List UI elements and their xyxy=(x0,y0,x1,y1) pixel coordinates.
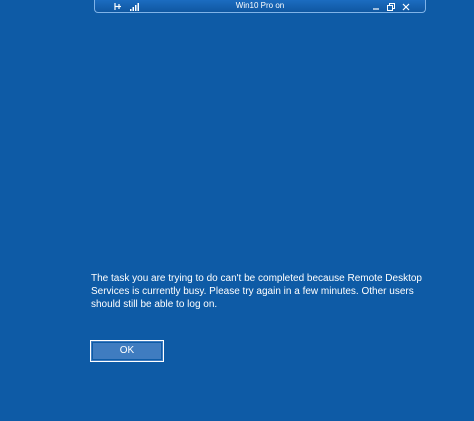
remote-connection-bar: Win10 Pro on xyxy=(94,0,426,13)
connection-bar-window-controls xyxy=(371,0,411,13)
close-icon[interactable] xyxy=(401,2,411,12)
remote-desktop-screen: Win10 Pro on The task you are trying to … xyxy=(0,0,474,421)
ok-button[interactable]: OK xyxy=(90,340,164,362)
busy-message: The task you are trying to do can't be c… xyxy=(91,273,422,310)
connection-bar-left-controls xyxy=(113,0,139,13)
minimize-icon[interactable] xyxy=(371,2,381,12)
pin-icon[interactable] xyxy=(113,2,123,12)
restore-icon[interactable] xyxy=(386,2,396,12)
signal-strength-icon[interactable] xyxy=(129,2,139,12)
